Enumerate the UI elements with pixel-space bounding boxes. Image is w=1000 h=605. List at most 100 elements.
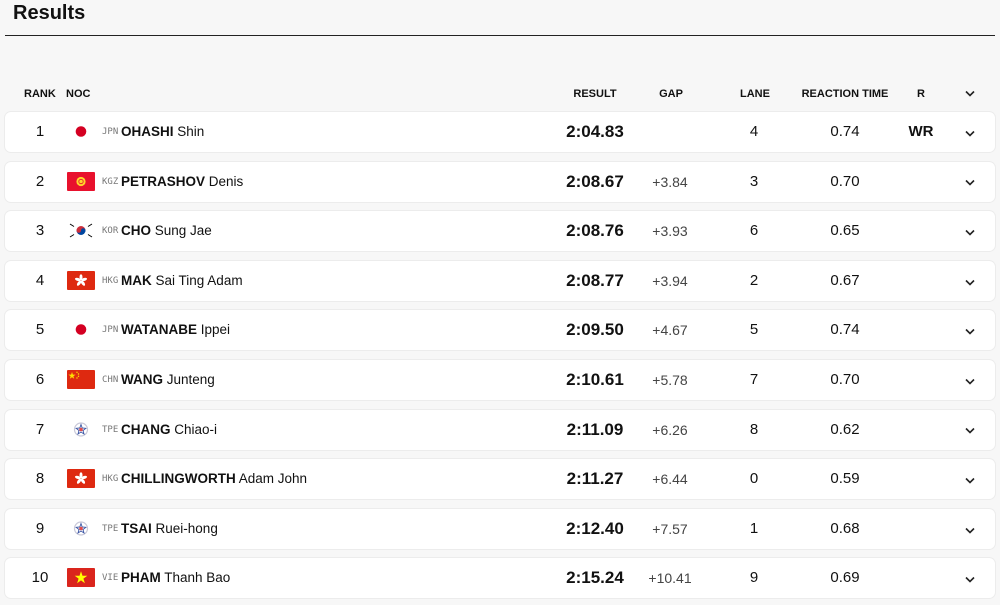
noc-code: TPE — [102, 523, 119, 534]
table-header: RANK NOC RESULT GAP LANE REACTION TIME R — [5, 84, 995, 106]
table-row[interactable]: 8 HKG CHILLINGWORTH Adam John 2:11.27 +6… — [5, 459, 995, 500]
result-cell: 2:08.77 — [566, 270, 624, 290]
expand-row-chevron-down-icon[interactable] — [960, 558, 980, 598]
expand-row-chevron-down-icon[interactable] — [960, 211, 980, 251]
column-header-noc[interactable]: NOC — [66, 88, 90, 100]
column-header-reaction-time[interactable]: REACTION TIME — [800, 88, 890, 100]
athlete-first-name: Shin — [177, 124, 205, 139]
expand-row-chevron-down-icon[interactable] — [960, 459, 980, 499]
gap-cell: +3.93 — [652, 223, 688, 240]
gap-cell: +7.57 — [652, 520, 688, 537]
lane-cell: 8 — [749, 420, 759, 438]
athlete-last-name: WANG — [121, 371, 163, 387]
athlete-first-name: Chiao-i — [174, 421, 218, 437]
athlete-name[interactable]: TSAI Ruei-hong — [121, 509, 218, 549]
table-row[interactable]: 4 HKG MAK Sai Ting Adam 2:08.77 +3.94 2 … — [5, 260, 995, 301]
athlete-name[interactable]: CHO Sung Jae — [121, 211, 212, 251]
reaction-time-cell: 0.65 — [830, 222, 860, 240]
rank-cell: 10 — [31, 569, 49, 587]
expand-row-chevron-down-icon[interactable] — [960, 360, 980, 400]
result-cell: 2:11.27 — [566, 469, 624, 489]
table-row[interactable]: 9 TPE TSAI Ruei-hong 2:12.40 +7.57 1 0.6… — [5, 508, 995, 549]
gap-cell: +5.78 — [652, 371, 688, 388]
china-flag-icon — [67, 369, 95, 389]
expand-row-chevron-down-icon[interactable] — [960, 162, 980, 202]
noc-code: VIE — [102, 573, 119, 584]
noc-code: JPN — [102, 127, 119, 137]
athlete-first-name: Ruei-hong — [155, 520, 218, 536]
noc-code: HKG — [102, 275, 119, 286]
athlete-name[interactable]: OHASHI Shin — [121, 112, 204, 152]
expand-row-chevron-down-icon[interactable] — [960, 112, 980, 152]
column-header-gap[interactable]: GAP — [645, 88, 697, 100]
gap-cell: +4.67 — [652, 322, 688, 339]
athlete-first-name: Sai Ting Adam — [155, 272, 243, 288]
column-header-lane[interactable]: LANE — [735, 88, 775, 100]
reaction-time-cell: 0.70 — [830, 370, 860, 388]
lane-cell: 6 — [749, 222, 759, 240]
result-cell: 2:12.40 — [566, 518, 624, 538]
reaction-time-cell: 0.74 — [830, 321, 860, 339]
athlete-last-name: CHO — [121, 223, 151, 239]
athlete-name[interactable]: PETRASHOV Denis — [121, 162, 243, 202]
expand-row-chevron-down-icon[interactable] — [960, 410, 980, 450]
athlete-name[interactable]: CHILLINGWORTH Adam John — [121, 459, 307, 499]
table-row[interactable]: 1 JPN OHASHI Shin 2:04.83 4 0.74 WR — [5, 112, 995, 152]
noc-code: JPN — [102, 325, 119, 336]
noc-code: HKG — [102, 474, 119, 485]
column-header-result[interactable]: RESULT — [565, 88, 625, 100]
result-cell: 2:09.50 — [566, 320, 624, 340]
reaction-time-cell: 0.67 — [830, 271, 860, 289]
rank-cell: 3 — [35, 222, 45, 240]
athlete-last-name: CHILLINGWORTH — [121, 471, 236, 487]
rank-cell: 8 — [35, 470, 45, 488]
athlete-name[interactable]: WATANABE Ippei — [121, 310, 230, 350]
expand-row-chevron-down-icon[interactable] — [960, 509, 980, 549]
noc-code: TPE — [102, 424, 119, 435]
rank-cell: 2 — [35, 172, 45, 190]
hong-kong-flag-icon — [67, 270, 95, 290]
athlete-first-name: Adam John — [238, 471, 308, 487]
result-cell: 2:08.67 — [566, 171, 624, 191]
gap-cell: +6.26 — [652, 421, 688, 438]
athlete-name[interactable]: WANG Junteng — [121, 360, 215, 400]
title-divider — [5, 35, 995, 36]
expand-row-chevron-down-icon[interactable] — [960, 310, 980, 350]
record-cell: WR — [908, 123, 934, 140]
athlete-first-name: Thanh Bao — [164, 570, 231, 586]
rank-cell: 4 — [35, 271, 45, 289]
vietnam-flag-icon — [67, 568, 95, 588]
page-title: Results — [13, 2, 86, 24]
table-row[interactable]: 10 VIE PHAM Thanh Bao 2:15.24 +10.41 9 0… — [5, 558, 995, 599]
noc-code: KGZ — [102, 176, 119, 187]
athlete-name[interactable]: PHAM Thanh Bao — [121, 558, 230, 598]
kyrgyzstan-flag-icon — [67, 171, 95, 191]
athlete-first-name: Denis — [208, 173, 244, 189]
table-row[interactable]: 6 CHN WANG Junteng 2:10.61 +5.78 7 0.70 — [5, 359, 995, 400]
column-header-record[interactable]: R — [911, 88, 931, 100]
athlete-last-name: CHANG — [121, 421, 171, 437]
table-row[interactable]: 3 KOR CHO Sung Jae 2:08.76 +3.93 6 0.65 — [5, 211, 995, 252]
athlete-name[interactable]: CHANG Chiao-i — [121, 410, 217, 450]
lane-cell: 1 — [749, 519, 759, 537]
reaction-time-cell: 0.68 — [830, 519, 860, 537]
athlete-first-name: Ippei — [200, 322, 231, 338]
expand-row-chevron-down-icon[interactable] — [960, 261, 980, 301]
lane-cell: 2 — [749, 271, 759, 289]
athlete-last-name: PHAM — [121, 570, 161, 586]
japan-flag-icon — [67, 320, 95, 340]
hong-kong-flag-icon — [67, 469, 95, 489]
athlete-first-name: Sung Jae — [154, 223, 212, 239]
table-row[interactable]: 5 JPN WATANABE Ippei 2:09.50 +4.67 5 0.7… — [5, 310, 995, 351]
athlete-last-name: PETRASHOV — [121, 173, 206, 189]
reaction-time-cell: 0.70 — [830, 172, 860, 190]
column-header-rank[interactable]: RANK — [24, 88, 56, 100]
chinese-taipei-flag-icon — [67, 518, 95, 538]
athlete-last-name: MAK — [121, 272, 152, 288]
athlete-name[interactable]: MAK Sai Ting Adam — [121, 261, 243, 301]
lane-cell: 5 — [749, 321, 759, 339]
table-row[interactable]: 2 KGZ PETRASHOV Denis 2:08.67 +3.84 3 0.… — [5, 161, 995, 202]
reaction-time-cell: 0.69 — [830, 569, 860, 587]
table-row[interactable]: 7 TPE CHANG Chiao-i 2:11.09 +6.26 8 0.62 — [5, 409, 995, 450]
expand-all-chevron-down-icon[interactable] — [962, 86, 978, 100]
